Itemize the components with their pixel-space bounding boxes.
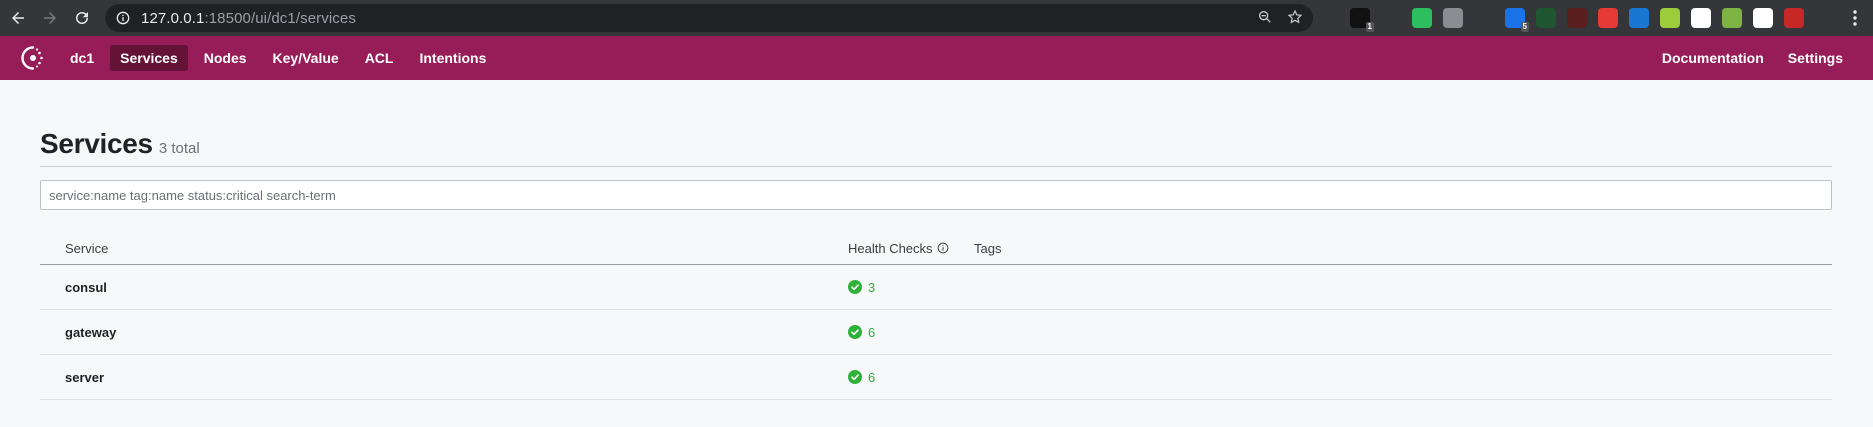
health-passing: 3 — [848, 280, 875, 295]
extension-badge: 5 — [1520, 22, 1529, 32]
extension-m-ext-icon[interactable] — [1660, 8, 1680, 28]
service-count: 3 total — [158, 140, 200, 157]
nav-nodes[interactable]: Nodes — [194, 45, 257, 71]
site-info-icon[interactable] — [115, 10, 131, 26]
extension-s-ext-icon[interactable] — [1629, 8, 1649, 28]
check-circle-icon — [848, 280, 862, 294]
zoom-icon[interactable] — [1257, 9, 1273, 25]
browser-toolbar: 127.0.0.1:18500/ui/dc1/services 15 — [0, 0, 1873, 36]
back-button[interactable] — [4, 4, 32, 32]
extension-pen-icon[interactable] — [1474, 8, 1494, 28]
extension-flag-icon[interactable] — [1753, 8, 1773, 28]
nav-key-value[interactable]: Key/Value — [263, 45, 349, 71]
column-header-tags[interactable]: Tags — [974, 241, 1832, 256]
reload-button[interactable] — [68, 4, 96, 32]
health-passing-count: 3 — [868, 279, 876, 295]
extension-puzzle-icon[interactable] — [1722, 8, 1742, 28]
health-cell: 6 — [848, 370, 974, 385]
health-cell: 3 — [848, 280, 974, 295]
health-passing-count: 6 — [868, 324, 876, 340]
main-content: Services 3 total Service Health Checks T… — [40, 80, 1832, 400]
more-vertical-icon — [1853, 10, 1857, 26]
check-circle-icon — [848, 325, 862, 339]
extension-sync-icon[interactable]: 5 — [1505, 8, 1529, 32]
bookmark-star-icon[interactable] — [1287, 9, 1303, 25]
chrome-menu-button[interactable] — [1853, 10, 1857, 31]
column-header-health-label: Health Checks — [848, 240, 933, 256]
extension-badge: 1 — [1365, 22, 1374, 32]
nav-dc1[interactable]: dc1 — [60, 45, 104, 71]
page-header: Services 3 total — [40, 128, 1832, 160]
extension-camera-icon[interactable] — [1443, 8, 1463, 28]
primary-nav: dc1 Services Nodes Key/Value ACL Intentions — [60, 45, 496, 71]
service-name[interactable]: gateway — [40, 325, 848, 340]
arrow-right-icon — [44, 12, 56, 24]
service-name[interactable]: consul — [40, 280, 848, 295]
url-path: :18500/ui/dc1/services — [204, 9, 356, 27]
table-body: consul 3 gateway 6 server 6 — [40, 265, 1832, 400]
url-host: 127.0.0.1 — [141, 9, 205, 27]
health-passing-count: 6 — [868, 369, 876, 385]
column-header-service[interactable]: Service — [40, 241, 848, 256]
extension-avatar-icon[interactable] — [1784, 8, 1804, 28]
extension-ext-2-icon[interactable] — [1381, 8, 1401, 28]
reload-icon — [76, 12, 88, 24]
extension-ext-7-icon[interactable] — [1536, 8, 1556, 28]
service-name[interactable]: server — [40, 370, 848, 385]
table-header: Service Health Checks Tags — [40, 232, 1832, 265]
nav-documentation[interactable]: Documentation — [1652, 45, 1774, 71]
health-passing: 6 — [848, 370, 875, 385]
forward-button[interactable] — [36, 4, 64, 32]
services-table: Service Health Checks Tags consul 3 gatewa… — [40, 232, 1832, 400]
address-bar[interactable]: 127.0.0.1:18500/ui/dc1/services — [105, 4, 1313, 32]
title-divider — [40, 166, 1832, 167]
extension-ext-1-icon[interactable]: 1 — [1350, 8, 1374, 32]
table-row[interactable]: server 6 — [40, 355, 1832, 400]
url-text: 127.0.0.1:18500/ui/dc1/services — [141, 10, 356, 27]
app-header: dc1 Services Nodes Key/Value ACL Intentions D… — [0, 36, 1873, 80]
health-passing: 6 — [848, 325, 875, 340]
nav-acl[interactable]: ACL — [355, 45, 404, 71]
table-row[interactable]: consul 3 — [40, 265, 1832, 310]
page-title: Services — [40, 128, 153, 159]
column-header-health[interactable]: Health Checks — [848, 241, 974, 256]
secondary-nav: Documentation Settings — [1652, 45, 1853, 71]
info-icon[interactable] — [937, 242, 949, 254]
extensions-bar: 15 — [1350, 8, 1804, 32]
health-cell: 6 — [848, 325, 974, 340]
search-input[interactable] — [40, 180, 1832, 210]
extension-ext-8-icon[interactable] — [1567, 8, 1587, 28]
nav-settings[interactable]: Settings — [1778, 45, 1853, 71]
nav-services[interactable]: Services — [110, 45, 188, 71]
extension-eyes-icon[interactable] — [1691, 8, 1711, 28]
nav-intentions[interactable]: Intentions — [409, 45, 496, 71]
consul-logo-icon[interactable] — [20, 45, 46, 71]
arrow-left-icon — [12, 12, 24, 24]
table-row[interactable]: gateway 6 — [40, 310, 1832, 355]
check-circle-icon — [848, 370, 862, 384]
extension-stop-icon[interactable] — [1598, 8, 1618, 28]
extension-evernote-icon[interactable] — [1412, 8, 1432, 28]
